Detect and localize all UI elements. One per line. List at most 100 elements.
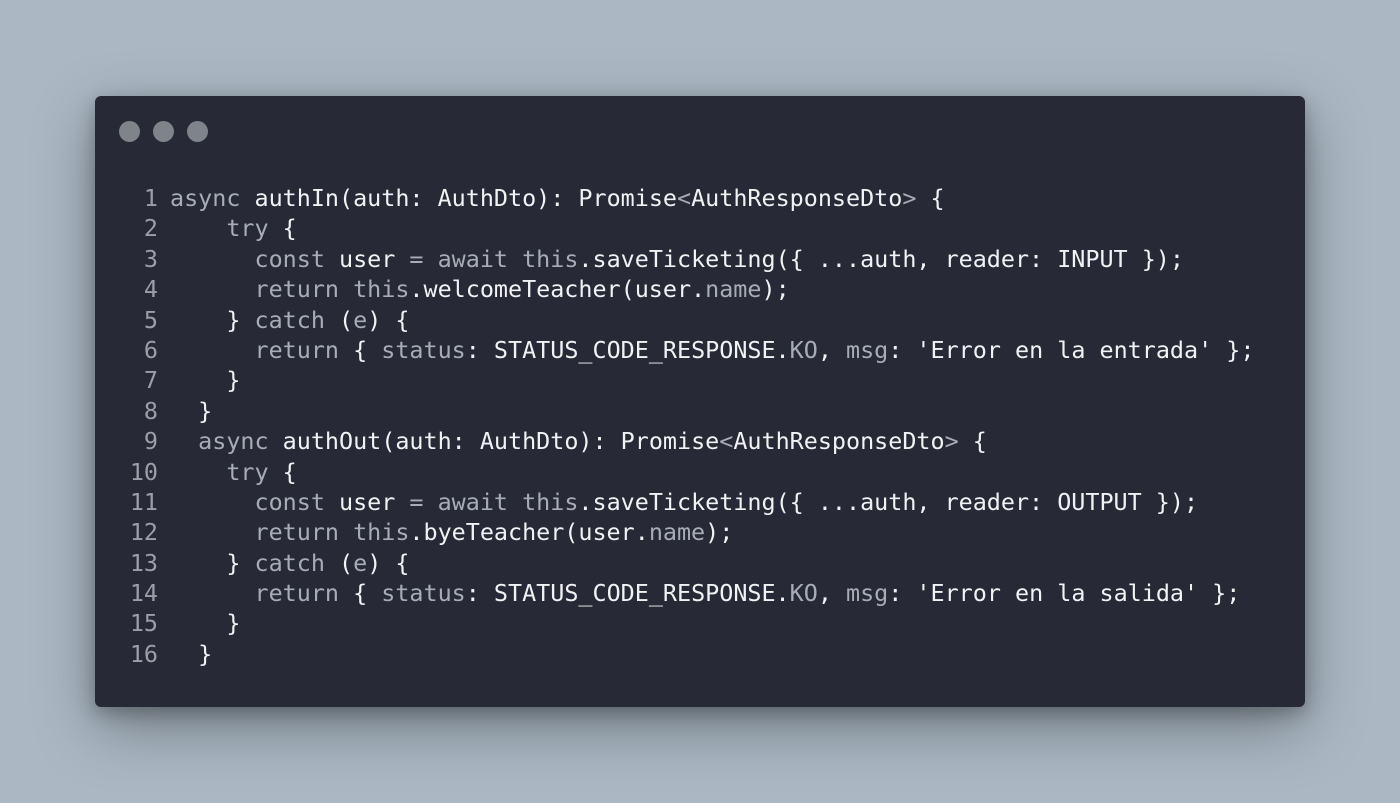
line-source: } catch (e) { xyxy=(158,305,409,335)
code-token: return xyxy=(254,579,340,608)
code-token: (auth: xyxy=(339,184,438,212)
code-line: 4 return this.welcomeTeacher(user.name); xyxy=(95,274,1254,304)
minimize-icon[interactable] xyxy=(153,121,174,142)
line-number: 13 xyxy=(129,548,158,577)
code-token: , xyxy=(817,335,846,364)
code-token: name xyxy=(648,518,706,547)
code-token: async xyxy=(198,427,283,456)
code-token: user xyxy=(339,487,410,516)
line-number: 16 xyxy=(129,639,158,668)
code-line: 9 async authOut(auth: AuthDto): Promise<… xyxy=(95,426,1254,456)
line-source: } xyxy=(158,639,212,669)
code-block: 1 async authIn(auth: AuthDto): Promise<Au… xyxy=(95,183,1255,669)
code-token: { xyxy=(268,457,297,486)
line-source: } xyxy=(158,608,240,638)
code-token: async xyxy=(170,184,255,212)
code-token: : STATUS_CODE_RESPONSE. xyxy=(465,579,790,608)
line-number: 15 xyxy=(129,609,158,638)
code-token: 'Error en la salida' xyxy=(916,579,1199,608)
code-token: KO xyxy=(789,335,818,364)
code-token: Promise xyxy=(620,427,720,456)
code-token: ): xyxy=(578,427,621,456)
code-token: status xyxy=(381,335,466,364)
code-token: Promise xyxy=(578,184,677,212)
line-number: 7 xyxy=(143,366,158,395)
code-line: 8 } xyxy=(95,396,1254,426)
line-source: async authIn(auth: AuthDto): Promise<Aut… xyxy=(158,183,945,213)
code-token: > xyxy=(902,184,917,212)
code-line: 14 return { status: STATUS_CODE_RESPONSE… xyxy=(95,578,1254,608)
line-number: 12 xyxy=(129,518,158,547)
code-token: msg xyxy=(846,335,889,364)
code-token: const xyxy=(254,487,339,516)
code-line: 15 } xyxy=(95,608,1254,638)
code-token: .saveTicketing({ ...auth, reader: OUTPUT… xyxy=(578,487,1199,516)
code-token: { xyxy=(268,214,297,243)
code-line: 13 } catch (e) { xyxy=(95,548,1254,578)
code-token: msg xyxy=(846,579,889,608)
line-source: return this.welcomeTeacher(user.name); xyxy=(158,274,790,304)
maximize-icon[interactable] xyxy=(187,121,208,142)
code-token: } xyxy=(170,609,241,638)
code-token: .welcomeTeacher(user. xyxy=(409,275,706,304)
code-token: > xyxy=(944,427,959,456)
code-token: = await this xyxy=(409,487,579,516)
window-controls xyxy=(119,121,208,142)
code-token: 'Error en la entrada' xyxy=(916,335,1213,364)
code-token: try xyxy=(226,457,269,486)
code-token: } xyxy=(170,366,241,395)
code-token: AuthResponseDto xyxy=(691,184,903,212)
code-line: 3 const user = await this.saveTicketing(… xyxy=(95,244,1254,274)
code-token: { xyxy=(339,579,382,608)
code-token: return this xyxy=(254,275,410,304)
code-token: AuthResponseDto xyxy=(733,427,945,456)
line-source: const user = await this.saveTicketing({ … xyxy=(158,487,1199,517)
code-line: 2 try { xyxy=(95,213,1254,243)
code-token: return xyxy=(254,335,340,364)
code-token: return this xyxy=(254,518,410,547)
close-icon[interactable] xyxy=(119,121,140,142)
code-line: 10 try { xyxy=(95,457,1254,487)
code-token: status xyxy=(381,579,466,608)
code-token: : xyxy=(888,335,917,364)
code-token: < xyxy=(719,427,734,456)
line-source: try { xyxy=(158,457,297,487)
code-token: authOut(auth: xyxy=(282,427,480,456)
code-line: 5 } catch (e) { xyxy=(95,305,1254,335)
line-source: } xyxy=(158,396,212,426)
code-token: user xyxy=(339,244,410,273)
line-number: 6 xyxy=(143,335,158,364)
code-token: }; xyxy=(1212,335,1255,364)
line-number: 5 xyxy=(143,305,158,334)
code-line: 1 async authIn(auth: AuthDto): Promise<Au… xyxy=(95,183,1254,213)
code-token: ) { xyxy=(367,305,410,334)
code-token: const xyxy=(254,244,339,273)
code-token: { xyxy=(339,335,382,364)
code-token: catch xyxy=(254,305,325,334)
code-token: KO xyxy=(789,579,818,608)
code-token: name xyxy=(705,275,762,304)
line-number: 14 xyxy=(129,579,158,608)
line-number: 9 xyxy=(143,427,158,456)
line-source: return { status: STATUS_CODE_RESPONSE.KO… xyxy=(158,578,1241,608)
code-token: AuthDto xyxy=(437,184,537,212)
code-token: ); xyxy=(761,275,790,304)
code-token: catch xyxy=(254,548,325,577)
line-number: 2 xyxy=(143,214,158,243)
line-source: } xyxy=(158,365,240,395)
code-token: } xyxy=(170,396,213,425)
line-source: const user = await this.saveTicketing({ … xyxy=(158,244,1184,274)
line-source: try { xyxy=(158,213,297,243)
line-source: async authOut(auth: AuthDto): Promise<Au… xyxy=(158,426,987,456)
code-token: ) { xyxy=(367,548,410,577)
code-token: authIn xyxy=(254,184,340,212)
code-line: 6 return { status: STATUS_CODE_RESPONSE.… xyxy=(95,335,1255,365)
